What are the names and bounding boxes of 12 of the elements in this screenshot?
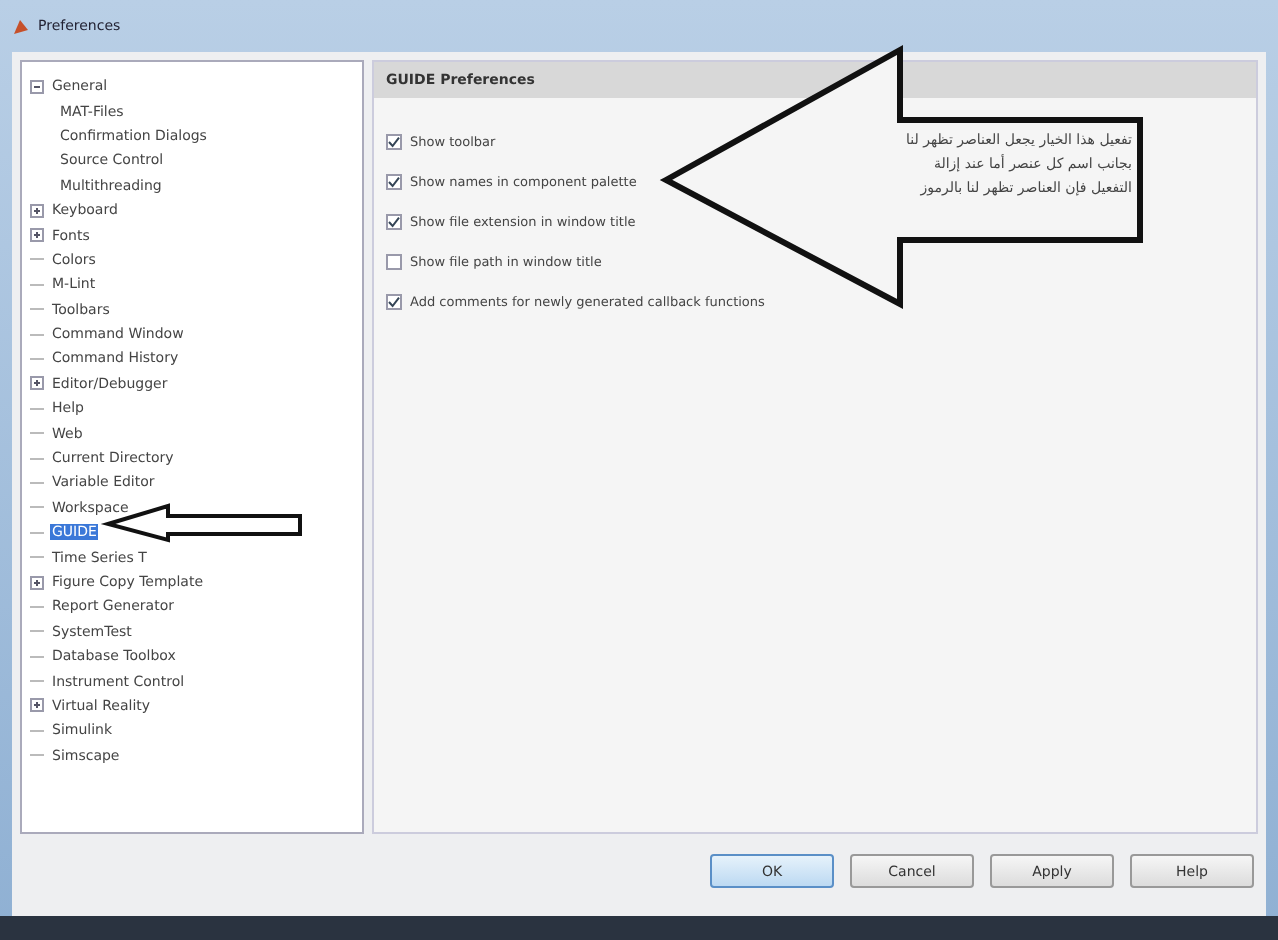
checkbox[interactable] [386,294,402,310]
plus-icon[interactable] [30,203,44,218]
checkbox[interactable] [386,254,402,270]
checkbox[interactable] [386,214,402,230]
plus-icon[interactable] [30,698,44,713]
minus-icon[interactable] [30,79,44,94]
plus-icon[interactable] [30,376,44,391]
plus-icon[interactable] [30,228,44,243]
checkbox[interactable] [386,134,402,150]
plus-icon[interactable] [30,575,44,589]
checkbox[interactable] [386,174,402,190]
app-icon [12,17,30,35]
